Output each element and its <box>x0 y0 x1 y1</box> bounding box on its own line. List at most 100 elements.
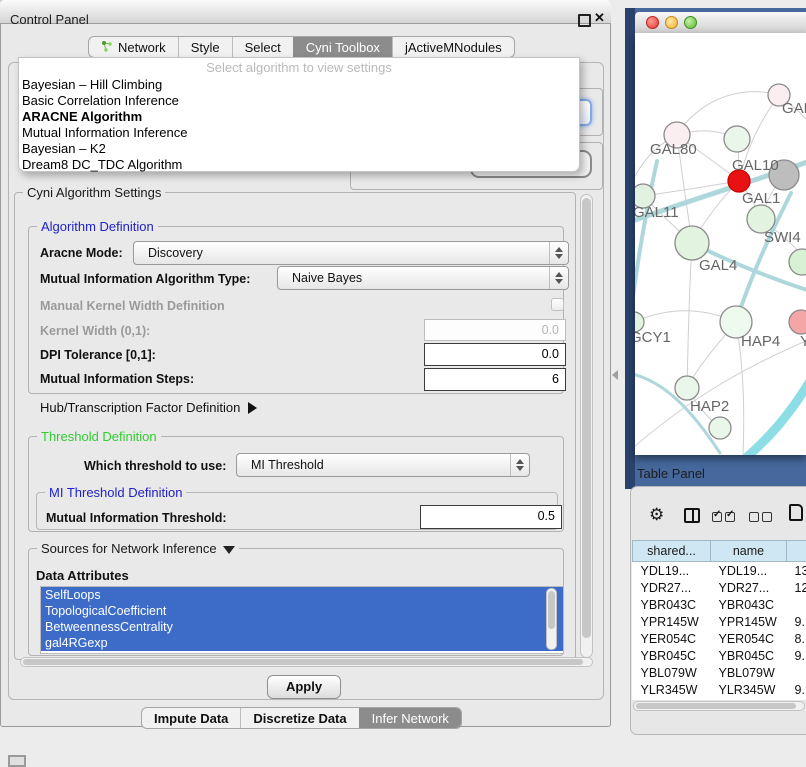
control-panel-titlebar[interactable] <box>0 0 611 24</box>
table-cell[interactable]: YBR045C <box>633 647 711 664</box>
attribute-item-selected[interactable]: BetweennessCentrality <box>41 619 563 635</box>
which-threshold-select[interactable]: MI Threshold <box>236 453 530 477</box>
attribute-item-selected[interactable]: SelfLoops <box>41 587 563 603</box>
table-cell[interactable]: YBL079W <box>711 664 787 681</box>
dropdown-item[interactable]: Bayesian – K2 <box>19 141 579 157</box>
table-cell[interactable]: 8. <box>787 630 806 647</box>
tab-jactivemnodules[interactable]: jActiveMNodules <box>392 37 514 57</box>
sources-group-title[interactable]: Sources for Network Inference <box>37 541 239 556</box>
mi-type-select[interactable]: Naive Bayes <box>277 266 569 290</box>
network-node-gal10[interactable] <box>724 126 750 152</box>
table-cell[interactable]: YLR345W <box>711 681 787 698</box>
table-cell[interactable]: 9. <box>787 681 806 698</box>
minimize-traffic-light-icon[interactable] <box>665 16 678 29</box>
table-cell[interactable] <box>787 664 806 681</box>
table-cell[interactable]: YPR145W <box>633 613 711 630</box>
hub-expander[interactable]: Hub/Transcription Factor Definition <box>40 400 257 415</box>
settings-vertical-scrollbar[interactable] <box>580 194 593 658</box>
select-all-checkboxes-icon[interactable] <box>712 511 738 525</box>
dropdown-item[interactable]: Mutual Information Inference <box>19 125 579 141</box>
tab-style[interactable]: Style <box>178 37 232 57</box>
close-traffic-light-icon[interactable] <box>646 16 659 29</box>
table-row[interactable]: YDL19...YDL19...13 <box>633 562 806 580</box>
scrollbar-thumb[interactable] <box>636 703 796 709</box>
table-cell[interactable]: YBR043C <box>711 596 787 613</box>
network-node[interactable] <box>789 249 806 275</box>
network-node-hap2[interactable] <box>675 376 699 400</box>
network-window-titlebar[interactable] <box>635 12 806 34</box>
scrollbar-thumb[interactable] <box>582 198 591 638</box>
table-cell[interactable]: 9. <box>787 698 806 700</box>
table-horizontal-scrollbar[interactable] <box>633 701 805 711</box>
column-header-shared-name[interactable]: shared... <box>633 541 711 562</box>
column-header-clipped[interactable] <box>787 541 806 562</box>
thick-cyan-edge[interactable] <box>747 381 806 455</box>
attribute-item-selected[interactable]: gal4RGexp <box>41 635 563 651</box>
bottom-tabstrip: Impute Data Discretize Data Infer Networ… <box>141 707 462 729</box>
dropdown-item[interactable]: Dream8 DC_TDC Algorithm <box>19 157 579 173</box>
attribute-list-scrollbar[interactable] <box>546 588 557 650</box>
settings-horizontal-scrollbar[interactable] <box>20 657 593 667</box>
gear-icon[interactable]: ⚙ <box>649 505 664 525</box>
network-node-gal4[interactable] <box>675 226 709 260</box>
manual-kernel-checkbox[interactable] <box>551 298 564 311</box>
table-cell[interactable]: YBR045C <box>711 647 787 664</box>
table-row[interactable]: YPR145WYPR145W9. <box>633 613 806 630</box>
table-cell[interactable] <box>787 596 806 613</box>
table-row[interactable]: YBR043CYBR043C <box>633 596 806 613</box>
floating-mini-button[interactable] <box>8 755 26 767</box>
table-row[interactable]: YIL052CYIL052C9. <box>633 698 806 700</box>
table-cell[interactable]: YIL052C <box>711 698 787 700</box>
table-cell[interactable]: 9. <box>787 647 806 664</box>
data-attributes-list[interactable]: SelfLoops TopologicalCoefficient Between… <box>40 586 564 654</box>
table-cell[interactable]: YER054C <box>711 630 787 647</box>
network-node[interactable] <box>709 417 731 439</box>
scrollbar-thumb[interactable] <box>548 591 555 629</box>
mi-steps-field[interactable]: 6 <box>424 368 566 391</box>
aracne-mode-select[interactable]: Discovery <box>133 241 569 265</box>
zoom-traffic-light-icon[interactable] <box>684 16 697 29</box>
dropdown-item[interactable]: Bayesian – Hill Climbing <box>19 77 579 93</box>
table-cell[interactable]: YLR345W <box>633 681 711 698</box>
deselect-all-checkboxes-icon[interactable] <box>749 511 775 525</box>
table-cell[interactable]: YDR27... <box>711 579 787 596</box>
table-cell[interactable]: 9. <box>787 613 806 630</box>
apply-button[interactable]: Apply <box>267 675 341 699</box>
table-row[interactable]: YBL079WYBL079W <box>633 664 806 681</box>
scrollbar-thumb[interactable] <box>23 659 583 665</box>
column-header-name[interactable]: name <box>711 541 787 562</box>
table-cell[interactable]: 12 <box>787 579 806 596</box>
dropdown-item-highlighted[interactable]: ARACNE Algorithm <box>19 109 579 125</box>
table-row[interactable]: YBR045CYBR045C9. <box>633 647 806 664</box>
table-cell[interactable]: 13 <box>787 562 806 580</box>
table-row[interactable]: YER054CYER054C8. <box>633 630 806 647</box>
table-row[interactable]: YDR27...YDR27...12 <box>633 579 806 596</box>
table-cell[interactable]: YBL079W <box>633 664 711 681</box>
table-cell[interactable]: YDL19... <box>711 562 787 580</box>
table-cell[interactable]: YDR27... <box>633 579 711 596</box>
tab-infer-network[interactable]: Infer Network <box>359 708 461 728</box>
attribute-item-selected[interactable]: TopologicalCoefficient <box>41 603 563 619</box>
network-node-pink[interactable] <box>789 310 806 334</box>
columns-icon[interactable] <box>684 508 700 523</box>
network-canvas[interactable]: GAL GAL80 GAL10 GAL1 GAL11 SWI4 GAL4 GCY… <box>635 33 806 455</box>
tab-cyni-toolbox[interactable]: Cyni Toolbox <box>293 37 392 57</box>
close-icon[interactable]: ✕ <box>594 10 605 26</box>
new-table-icon[interactable] <box>789 504 803 521</box>
dropdown-item[interactable]: Basic Correlation Inference <box>19 93 579 109</box>
tab-network[interactable]: Network <box>89 37 178 57</box>
kernel-width-field[interactable]: 0.0 <box>424 319 566 341</box>
tab-select[interactable]: Select <box>232 37 293 57</box>
table-cell[interactable]: YDL19... <box>633 562 711 580</box>
tab-impute-data[interactable]: Impute Data <box>142 708 240 728</box>
float-window-icon[interactable] <box>578 14 591 27</box>
tab-discretize-data[interactable]: Discretize Data <box>240 708 358 728</box>
table-cell[interactable]: YER054C <box>633 630 711 647</box>
table-row[interactable]: YLR345WYLR345W9. <box>633 681 806 698</box>
table-cell[interactable]: YPR145W <box>711 613 787 630</box>
table-cell[interactable]: YBR043C <box>633 596 711 613</box>
table-cell[interactable]: YIL052C <box>633 698 711 700</box>
mi-threshold-field[interactable]: 0.5 <box>420 505 562 529</box>
dpi-tolerance-field[interactable]: 0.0 <box>424 343 566 366</box>
panel-divider-handle[interactable] <box>612 370 618 380</box>
